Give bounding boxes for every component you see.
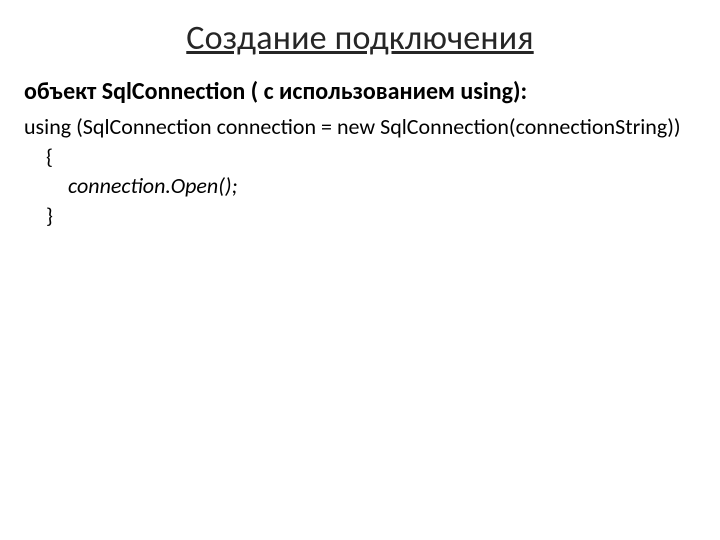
slide-title: Создание подключения (24, 18, 696, 59)
code-close-brace: } (24, 201, 696, 231)
code-body: connection.Open(); (24, 171, 696, 201)
code-line-using: using (SqlConnection connection = new Sq… (24, 112, 696, 142)
code-open-brace: { (24, 142, 696, 172)
subtitle-text: объект SqlConnection ( с использованием … (24, 77, 696, 106)
